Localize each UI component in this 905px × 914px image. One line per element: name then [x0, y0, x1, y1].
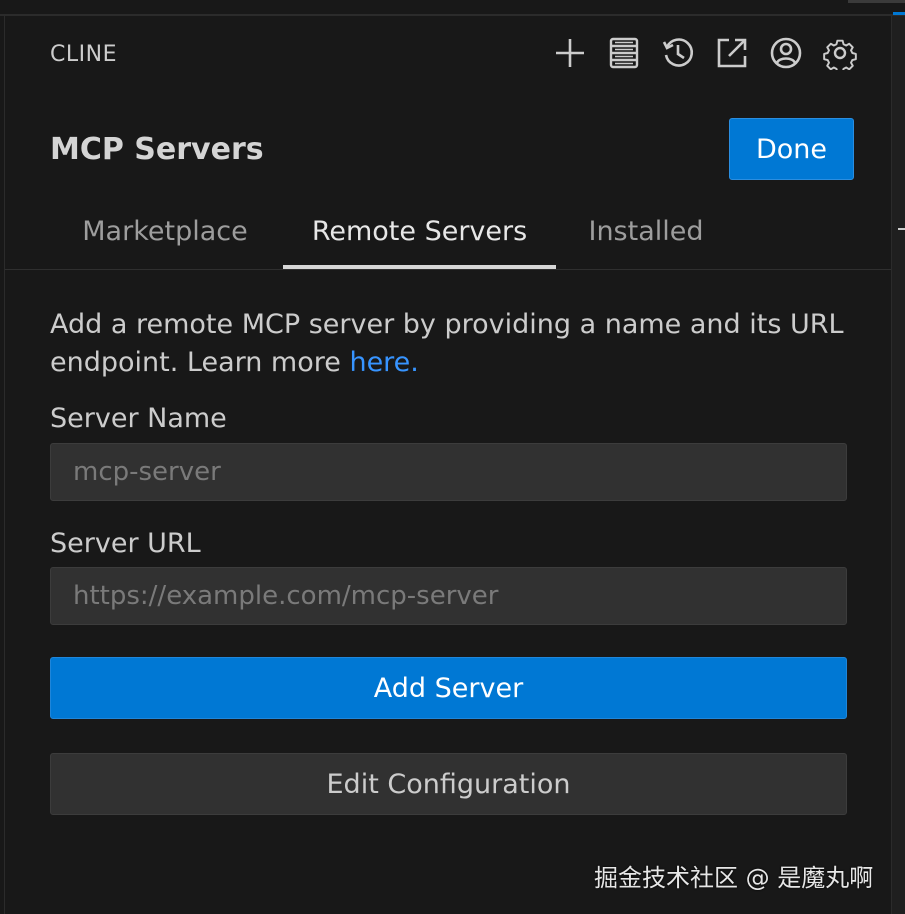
watermark: 掘金技术社区 @ 是魔丸啊 [594, 864, 874, 892]
tab-installed[interactable]: Installed [571, 196, 721, 266]
new-task-button[interactable] [552, 34, 588, 72]
form-description: Add a remote MCP server by providing a n… [50, 306, 850, 382]
plus-icon [556, 39, 584, 67]
tab-bar: Marketplace Remote Servers Installed [5, 200, 891, 270]
adjacent-pane-mark [898, 228, 905, 230]
active-tab-indicator [283, 265, 556, 269]
server-icon [609, 37, 639, 69]
external-link-icon [717, 38, 747, 68]
mcp-servers-button[interactable] [606, 34, 642, 72]
panel-top-border [0, 14, 905, 16]
server-url-label: Server URL [50, 528, 201, 559]
settings-button[interactable] [822, 34, 858, 72]
panel-left-border [4, 16, 5, 914]
edit-configuration-button[interactable]: Edit Configuration [50, 753, 847, 815]
window-edge [848, 0, 905, 3]
server-url-input[interactable] [50, 567, 847, 625]
active-pane-indicator [893, 12, 905, 15]
tab-marketplace[interactable]: Marketplace [65, 196, 265, 266]
history-button[interactable] [660, 34, 696, 72]
account-icon [770, 37, 802, 69]
description-text: Add a remote MCP server by providing a n… [50, 309, 844, 378]
open-in-editor-button[interactable] [714, 34, 750, 72]
learn-more-link[interactable]: here. [349, 347, 418, 378]
gear-icon [823, 39, 857, 70]
panel-title: CLINE [50, 42, 117, 67]
server-name-label: Server Name [50, 403, 227, 434]
tab-remote-servers[interactable]: Remote Servers [283, 196, 556, 266]
panel-toolbar [552, 34, 858, 72]
adjacent-pane-edge [892, 16, 905, 914]
add-server-button[interactable]: Add Server [50, 657, 847, 719]
page-title: MCP Servers [50, 132, 264, 167]
server-name-input[interactable] [50, 443, 847, 501]
cline-panel: CLINE MCP Servers Done Marketplace Remot… [0, 0, 905, 914]
account-button[interactable] [768, 34, 804, 72]
history-icon [662, 38, 694, 67]
done-button[interactable]: Done [729, 118, 854, 180]
